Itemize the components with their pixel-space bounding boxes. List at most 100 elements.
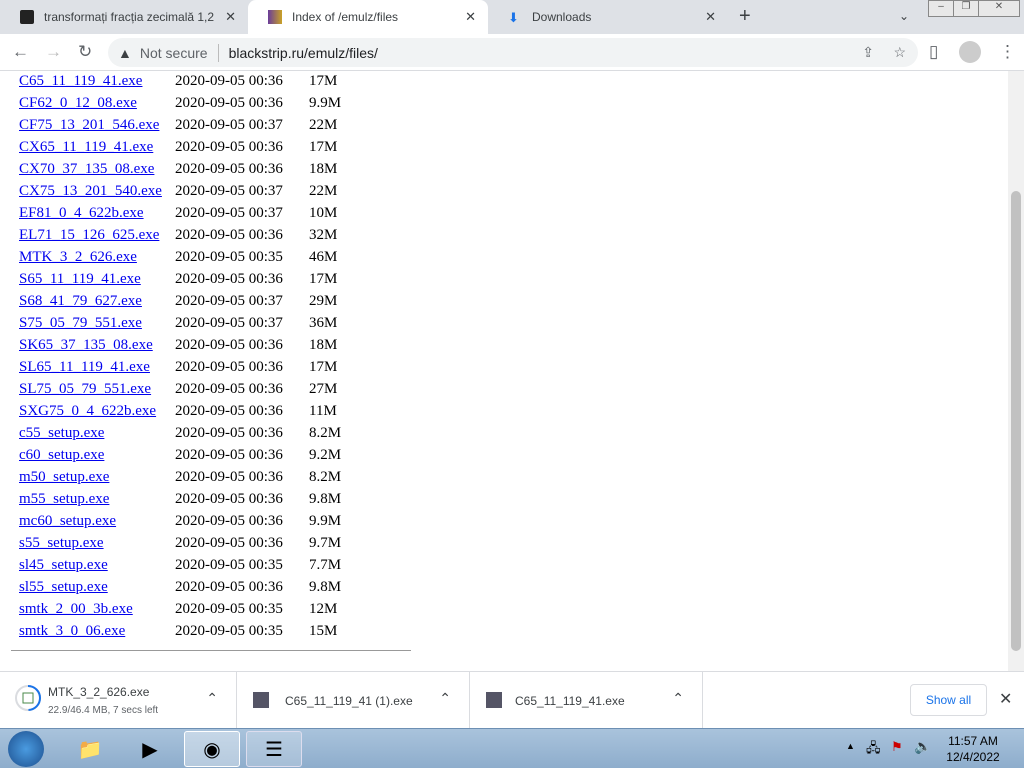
reload-icon[interactable]: ↻ <box>78 42 92 62</box>
download-filename: MTK_3_2_626.exe <box>48 685 150 699</box>
file-size: 22M <box>309 182 338 199</box>
file-link[interactable]: c55_setup.exe <box>19 425 175 442</box>
clock-time: 11:57 AM <box>948 734 998 748</box>
file-date: 2020-09-05 00:37 <box>175 314 283 331</box>
profile-avatar-icon[interactable] <box>959 41 981 63</box>
file-date: 2020-09-05 00:36 <box>175 402 283 419</box>
file-date: 2020-09-05 00:36 <box>175 160 283 177</box>
table-row: SL75_05_79_551.exe 2020-09-05 00:36 27M <box>19 378 337 400</box>
start-button-icon[interactable] <box>8 731 44 767</box>
file-link[interactable]: CF62_0_12_08.exe <box>19 95 175 112</box>
browser-toolbar: ← → ↻ ▲ Not secure blackstrip.ru/emulz/f… <box>0 34 1024 71</box>
close-icon[interactable]: ✕ <box>465 9 476 25</box>
download-filename: C65_11_119_41 (1).exe <box>285 694 413 708</box>
file-link[interactable]: CX70_37_135_08.exe <box>19 161 175 178</box>
file-link[interactable]: CX75_13_201_540.exe <box>19 183 175 200</box>
chrome-icon[interactable]: ◉ <box>184 731 240 767</box>
share-icon[interactable]: ⇪ <box>862 44 874 61</box>
file-size: 17M <box>309 270 338 287</box>
chevron-up-icon[interactable]: ⌃ <box>672 690 684 707</box>
file-date: 2020-09-05 00:35 <box>175 556 283 573</box>
file-link[interactable]: SK65_37_135_08.exe <box>19 337 175 354</box>
close-icon[interactable]: ✕ <box>999 689 1012 709</box>
scrollbar[interactable] <box>1008 71 1024 671</box>
download-item[interactable]: C65_11_119_41 (1).exe ⌃ <box>237 672 470 729</box>
restore-icon[interactable]: ❐ <box>953 0 979 17</box>
file-link[interactable]: m50_setup.exe <box>19 469 175 486</box>
window-close-icon[interactable]: ✕ <box>978 0 1020 17</box>
taskbar: 📁 ▶ ◉ ☰ ▲ 🖧 ⚑ 🔈 11:57 AM 12/4/2022 <box>0 728 1024 768</box>
back-icon[interactable]: ← <box>12 42 29 62</box>
file-link[interactable]: SL65_11_119_41.exe <box>19 359 175 376</box>
close-icon[interactable]: ✕ <box>225 9 236 25</box>
tray-chevron-icon[interactable]: ▲ <box>846 741 855 751</box>
tab-index[interactable]: Index of /emulz/files ✕ <box>248 0 488 34</box>
clock-date: 12/4/2022 <box>946 750 1000 764</box>
table-row: sl45_setup.exe 2020-09-05 00:35 7.7M <box>19 554 341 576</box>
file-link[interactable]: smtk_2_00_3b.exe <box>19 601 175 618</box>
file-link[interactable]: EL71_15_126_625.exe <box>19 227 175 244</box>
menu-kebab-icon[interactable]: ⋮ <box>999 42 1016 62</box>
security-label[interactable]: Not secure <box>140 45 208 61</box>
file-link[interactable]: S65_11_119_41.exe <box>19 271 175 288</box>
tab-fraction[interactable]: transformați fracția zecimală 1,2 ✕ <box>0 0 248 34</box>
file-date: 2020-09-05 00:37 <box>175 116 283 133</box>
clock[interactable]: 11:57 AM 12/4/2022 <box>940 733 1006 765</box>
forward-icon[interactable]: → <box>45 42 62 62</box>
file-link[interactable]: CF75_13_201_546.exe <box>19 117 175 134</box>
minimize-icon[interactable]: – <box>928 0 954 17</box>
file-date: 2020-09-05 00:36 <box>175 380 283 397</box>
table-row: sl55_setup.exe 2020-09-05 00:36 9.8M <box>19 576 341 598</box>
download-item[interactable]: MTK_3_2_626.exe 22.9/46.4 MB, 7 secs lef… <box>0 672 237 729</box>
media-player-icon[interactable]: ▶ <box>122 731 178 767</box>
volume-icon[interactable]: 🔈 <box>914 738 931 755</box>
close-icon[interactable]: ✕ <box>705 9 716 25</box>
site-favicon <box>20 10 34 24</box>
task-list-icon[interactable]: ☰ <box>246 731 302 767</box>
file-date: 2020-09-05 00:36 <box>175 446 283 463</box>
tab-search-chevron-icon[interactable]: ⌄ <box>899 9 909 23</box>
file-link[interactable]: S68_41_79_627.exe <box>19 293 175 310</box>
download-progress-icon <box>15 685 41 711</box>
network-icon[interactable]: 🖧 <box>866 739 881 761</box>
scrollbar-thumb[interactable] <box>1011 191 1021 651</box>
table-row: EL71_15_126_625.exe 2020-09-05 00:36 32M <box>19 224 337 246</box>
divider <box>11 650 411 651</box>
file-link[interactable]: sl55_setup.exe <box>19 579 175 596</box>
side-panel-icon[interactable]: ▯ <box>929 42 938 62</box>
chevron-up-icon[interactable]: ⌃ <box>439 690 451 707</box>
file-date: 2020-09-05 00:37 <box>175 204 283 221</box>
file-date: 2020-09-05 00:35 <box>175 248 283 265</box>
file-link[interactable]: C65_11_119_41.exe <box>19 73 175 90</box>
file-link[interactable]: S75_05_79_551.exe <box>19 315 175 332</box>
bookmark-star-icon[interactable]: ☆ <box>893 44 906 61</box>
file-link[interactable]: smtk_3_0_06.exe <box>19 623 175 640</box>
tab-downloads[interactable]: ⬇ Downloads ✕ <box>488 0 728 34</box>
table-row: c55_setup.exe 2020-09-05 00:36 8.2M <box>19 422 341 444</box>
file-link[interactable]: SL75_05_79_551.exe <box>19 381 175 398</box>
table-row: CX75_13_201_540.exe 2020-09-05 00:37 22M <box>19 180 337 202</box>
file-size: 17M <box>309 358 338 375</box>
action-center-icon[interactable]: ⚑ <box>891 739 903 755</box>
chevron-up-icon[interactable]: ⌃ <box>206 690 218 707</box>
file-date: 2020-09-05 00:37 <box>175 292 283 309</box>
file-explorer-icon[interactable]: 📁 <box>62 731 118 767</box>
file-size: 10M <box>309 204 338 221</box>
file-link[interactable]: c60_setup.exe <box>19 447 175 464</box>
file-link[interactable]: mc60_setup.exe <box>19 513 175 530</box>
file-link[interactable]: sl45_setup.exe <box>19 557 175 574</box>
table-row: CF75_13_201_546.exe 2020-09-05 00:37 22M <box>19 114 337 136</box>
file-link[interactable]: MTK_3_2_626.exe <box>19 249 175 266</box>
show-all-button[interactable]: Show all <box>910 684 987 716</box>
new-tab-icon[interactable]: + <box>739 5 751 28</box>
file-icon <box>486 692 502 708</box>
url-text[interactable]: blackstrip.ru/emulz/files/ <box>229 45 378 61</box>
file-link[interactable]: CX65_11_119_41.exe <box>19 139 175 156</box>
file-link[interactable]: EF81_0_4_622b.exe <box>19 205 175 222</box>
file-link[interactable]: SXG75_0_4_622b.exe <box>19 403 175 420</box>
divider <box>217 43 219 62</box>
file-link[interactable]: m55_setup.exe <box>19 491 175 508</box>
address-bar[interactable]: ▲ Not secure blackstrip.ru/emulz/files/ … <box>108 38 918 67</box>
download-item[interactable]: C65_11_119_41.exe ⌃ <box>470 672 703 729</box>
file-link[interactable]: s55_setup.exe <box>19 535 175 552</box>
